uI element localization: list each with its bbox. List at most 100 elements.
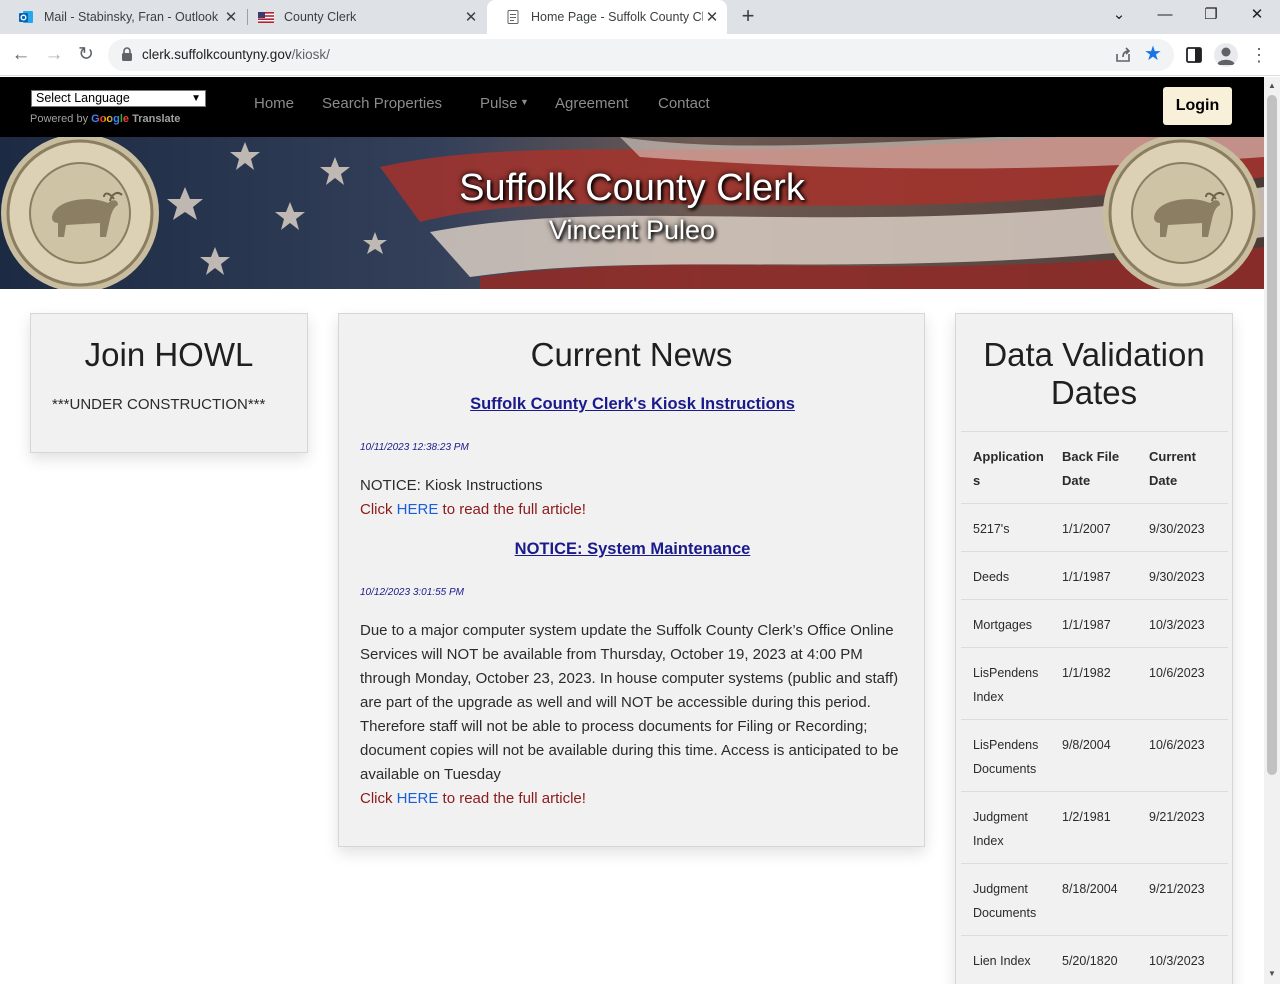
table-cell-back-file-date: 1/1/1987 xyxy=(1050,599,1137,648)
table-cell-application: LisPendens Documents xyxy=(961,719,1050,792)
table-cell-back-file-date: 1/1/2007 xyxy=(1050,503,1137,552)
table-cell-application: Lien Index xyxy=(961,935,1050,983)
restore-icon[interactable]: ❐ xyxy=(1188,0,1234,30)
window-close-icon[interactable]: ✕ xyxy=(1234,0,1280,30)
table-cell-current-date: 10/6/2023 xyxy=(1137,647,1228,720)
tab-title: County Clerk xyxy=(284,10,357,24)
article-date: 10/12/2023 3:01:55 PM xyxy=(360,587,464,598)
table-cell-back-file-date: 1/1/1982 xyxy=(1050,647,1137,720)
table-cell-back-file-date: 1/2/1981 xyxy=(1050,791,1137,864)
reload-icon[interactable]: ↻ xyxy=(74,44,98,68)
table-cell-back-file-date: 8/18/2004 xyxy=(1050,863,1137,936)
banner-subtitle: Vincent Puleo xyxy=(548,215,716,245)
table-row: Judgment Documents 8/18/2004 9/21/2023 xyxy=(961,863,1228,936)
page-icon xyxy=(507,10,519,24)
nav-pulse[interactable]: Pulse ▼ xyxy=(480,95,529,112)
table-cell-application: Judgment Index xyxy=(961,791,1050,864)
url-text[interactable]: clerk.suffolkcountyny.gov/kiosk/ xyxy=(142,47,330,62)
table-row: Lien Index 5/20/1820 10/3/2023 xyxy=(961,935,1228,983)
minimize-icon[interactable]: — xyxy=(1142,0,1188,30)
header-banner: Suffolk County Clerk Vincent Puleo xyxy=(0,137,1264,289)
tab-home-page[interactable]: Home Page - Suffolk County Cle ✕ xyxy=(487,0,727,34)
article-read-more: Click HERE to read the full article! xyxy=(360,787,586,811)
close-icon[interactable]: ✕ xyxy=(462,8,480,26)
article-date: 10/11/2023 12:38:23 PM xyxy=(360,442,469,453)
scrollbar-thumb[interactable] xyxy=(1267,95,1277,775)
lock-icon[interactable] xyxy=(121,47,133,61)
scroll-up-arrow-icon[interactable]: ▲ xyxy=(1268,82,1276,90)
side-panel-icon[interactable] xyxy=(1185,46,1203,64)
table-cell-current-date: 10/3/2023 xyxy=(1137,599,1228,648)
table-row: LisPendens Index 1/1/1982 10/6/2023 xyxy=(961,647,1228,720)
data-validation-card: Data Validation Dates Applications Back … xyxy=(955,313,1233,984)
table-cell-application: 5217's xyxy=(961,503,1050,552)
table-cell-application: Mortgages xyxy=(961,599,1050,648)
banner-title: Suffolk County Clerk xyxy=(459,167,805,209)
share-icon[interactable] xyxy=(1114,46,1132,64)
article-title-link[interactable]: NOTICE: System Maintenance xyxy=(339,540,926,559)
language-select[interactable]: Select Language ▼ xyxy=(31,90,206,107)
nav-pulse-label: Pulse xyxy=(480,95,518,112)
read-more-link[interactable]: HERE xyxy=(397,501,439,518)
forward-arrow-icon[interactable]: → xyxy=(42,44,66,68)
site-navbar: Select Language ▼ Powered by Google Tran… xyxy=(0,77,1264,137)
column-header-applications: Applications xyxy=(961,431,1050,504)
table-header-row: Applications Back File Date Current Date xyxy=(961,431,1228,504)
read-more-suffix: to read the full article! xyxy=(438,790,586,807)
tab-title: Mail - Stabinsky, Fran - Outlook xyxy=(44,10,219,24)
login-button[interactable]: Login xyxy=(1163,87,1232,125)
translate-label: Translate xyxy=(132,113,181,125)
read-more-link[interactable]: HERE xyxy=(397,790,439,807)
powered-by-label: Powered by xyxy=(30,113,89,125)
tab-outlook[interactable]: Mail - Stabinsky, Fran - Outlook ✕ xyxy=(0,0,246,34)
scroll-down-arrow-icon[interactable]: ▼ xyxy=(1268,970,1276,978)
read-more-prefix: Click xyxy=(360,790,397,807)
column-header-back-file-date: Back File Date xyxy=(1050,431,1137,504)
table-row: Mortgages 1/1/1987 10/3/2023 xyxy=(961,599,1228,648)
new-tab-icon[interactable]: + xyxy=(738,5,758,29)
flag-background-image xyxy=(0,137,1264,289)
back-arrow-icon[interactable]: ← xyxy=(9,44,33,68)
table-cell-current-date: 10/3/2023 xyxy=(1137,935,1228,983)
google-logo-text: Google xyxy=(91,113,130,125)
table-cell-application: Judgment Documents xyxy=(961,863,1050,936)
table-cell-current-date: 9/30/2023 xyxy=(1137,503,1228,552)
close-icon[interactable]: ✕ xyxy=(222,8,240,26)
table-row: LisPendens Documents 9/8/2004 10/6/2023 xyxy=(961,719,1228,792)
close-icon[interactable]: ✕ xyxy=(703,8,721,26)
validation-table: Applications Back File Date Current Date… xyxy=(961,431,1228,983)
nav-contact[interactable]: Contact xyxy=(658,95,710,112)
join-howl-card: Join HOWL ***UNDER CONSTRUCTION*** xyxy=(30,313,308,453)
article-read-more: Click HERE to read the full article! xyxy=(360,498,586,522)
table-cell-current-date: 9/21/2023 xyxy=(1137,791,1228,864)
nav-agreement[interactable]: Agreement xyxy=(555,95,628,112)
bookmark-star-icon[interactable]: ★ xyxy=(1144,42,1162,66)
chevron-down-icon: ▼ xyxy=(191,93,201,104)
page-scrollbar[interactable]: ▲ ▼ xyxy=(1264,77,1280,984)
nav-home[interactable]: Home xyxy=(254,95,294,112)
nav-search-properties[interactable]: Search Properties xyxy=(322,95,442,112)
google-logo[interactable]: Google xyxy=(91,113,129,125)
column-header-current-date: Current Date xyxy=(1137,431,1228,504)
article-title-link[interactable]: Suffolk County Clerk's Kiosk Instruction… xyxy=(339,395,926,414)
google-translate-credit: Powered by Google Translate xyxy=(30,113,180,125)
read-more-prefix: Click xyxy=(360,501,397,518)
tab-county-clerk[interactable]: County Clerk ✕ xyxy=(240,0,486,34)
table-cell-current-date: 9/30/2023 xyxy=(1137,551,1228,600)
validation-title: Data Validation Dates xyxy=(983,336,1205,411)
tab-title: Home Page - Suffolk County Cle xyxy=(531,10,703,24)
howl-title: Join HOWL xyxy=(84,336,254,373)
table-cell-application: Deeds xyxy=(961,551,1050,600)
table-row: Deeds 1/1/1987 9/30/2023 xyxy=(961,551,1228,600)
us-flag-icon xyxy=(258,12,274,23)
table-cell-current-date: 9/21/2023 xyxy=(1137,863,1228,936)
suffolk-county-seal-left xyxy=(1,137,159,289)
profile-avatar-icon[interactable] xyxy=(1214,43,1238,67)
tab-search-chevron-down-icon[interactable]: ⌄ xyxy=(1096,0,1142,30)
table-cell-back-file-date: 9/8/2004 xyxy=(1050,719,1137,792)
address-bar[interactable]: clerk.suffolkcountyny.gov/kiosk/ ★ xyxy=(108,39,1174,71)
table-row: Judgment Index 1/2/1981 9/21/2023 xyxy=(961,791,1228,864)
more-menu-icon[interactable]: ⋮ xyxy=(1250,42,1268,68)
address-toolbar: ← → ↻ clerk.suffolkcountyny.gov/kiosk/ ★… xyxy=(0,34,1280,76)
caret-down-icon: ▼ xyxy=(517,97,529,107)
